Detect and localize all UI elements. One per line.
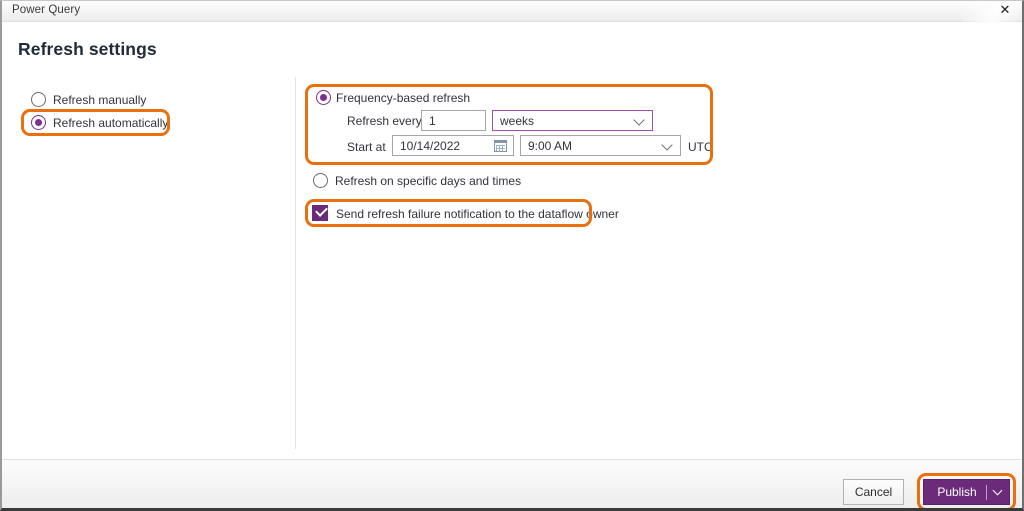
- calendar-icon[interactable]: [494, 139, 507, 152]
- label-frequency-based-refresh: Frequency-based refresh: [336, 91, 471, 105]
- label-refresh-automatically: Refresh automatically: [53, 116, 169, 130]
- radio-refresh-specific-days[interactable]: [313, 173, 328, 188]
- start-time-value: 9:00 AM: [528, 138, 573, 153]
- chevron-down-icon: [661, 138, 673, 151]
- refresh-unit-value: weeks: [500, 113, 535, 128]
- label-refresh-every: Refresh every: [347, 114, 422, 128]
- page-title: Refresh settings: [18, 39, 157, 59]
- start-date-value: 10/14/2022: [400, 138, 461, 153]
- window-title: Power Query: [12, 4, 81, 16]
- title-bar: Power Query ✕: [2, 1, 1022, 22]
- radio-refresh-automatically[interactable]: [31, 115, 46, 130]
- start-date-input[interactable]: 10/14/2022: [392, 135, 514, 156]
- publish-separator: [986, 484, 987, 500]
- radio-refresh-manually[interactable]: [31, 92, 46, 107]
- panel-divider: [295, 77, 296, 449]
- checkbox-refresh-failure-notification[interactable]: [312, 204, 328, 221]
- start-time-dropdown[interactable]: 9:00 AM: [520, 135, 681, 156]
- label-refresh-failure-notification: Send refresh failure notification to the…: [336, 207, 619, 221]
- refresh-unit-dropdown[interactable]: weeks: [492, 110, 653, 131]
- check-icon: [315, 204, 328, 217]
- cancel-button[interactable]: Cancel: [843, 479, 904, 505]
- label-refresh-manually: Refresh manually: [53, 93, 147, 107]
- label-timezone-utc: UTC: [688, 140, 713, 154]
- refresh-interval-input[interactable]: 1: [421, 110, 486, 131]
- label-refresh-specific-days: Refresh on specific days and times: [335, 174, 522, 188]
- radio-frequency-based-refresh[interactable]: [316, 90, 331, 105]
- label-start-at: Start at: [347, 140, 386, 154]
- chevron-down-icon: [633, 113, 645, 126]
- publish-button-label: Publish: [937, 485, 977, 499]
- close-icon[interactable]: ✕: [990, 1, 1020, 21]
- publish-button[interactable]: Publish: [923, 479, 1010, 505]
- power-query-window: Power Query ✕ Refresh settings Refresh m…: [0, 0, 1024, 511]
